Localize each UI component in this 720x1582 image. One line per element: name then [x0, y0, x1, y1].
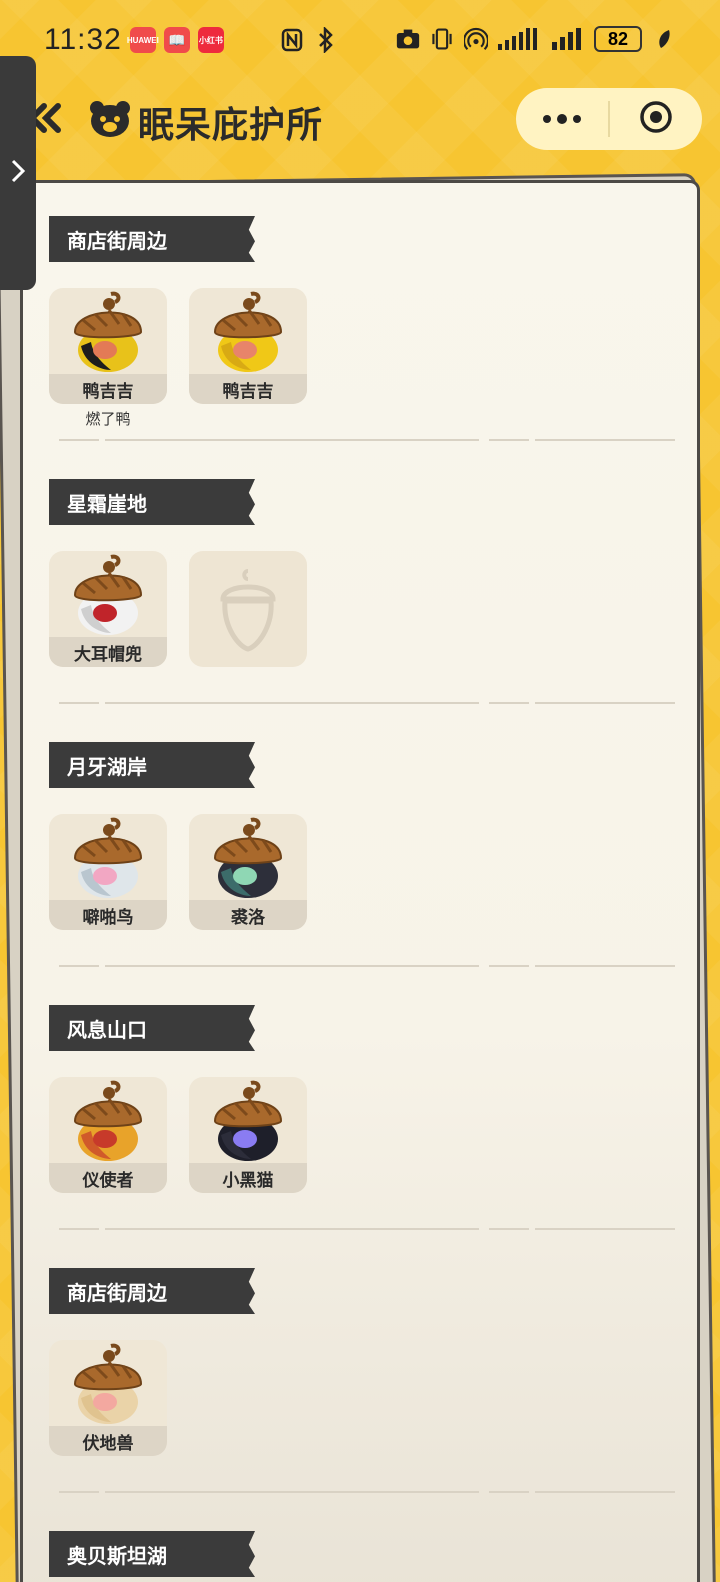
creature-slot[interactable]: 大耳帽兜: [49, 551, 167, 667]
side-drawer-toggle[interactable]: [0, 56, 36, 290]
section-divider: [59, 439, 675, 441]
creature-slot[interactable]: 裘洛: [189, 814, 307, 930]
bluetooth-icon: [314, 27, 338, 53]
creature-name: 鸭吉吉: [49, 374, 167, 404]
section-divider: [59, 1491, 675, 1493]
creature-name: 鸭吉吉: [189, 374, 307, 404]
acorn-creature-icon: [73, 1343, 143, 1424]
creature-name: 噼啪鸟: [49, 900, 167, 930]
creature-name: 大耳帽兜: [49, 637, 167, 667]
battery-indicator: 82: [594, 26, 642, 52]
signal-icon-2: [552, 27, 584, 51]
creature-slot[interactable]: 伏地兽: [49, 1340, 167, 1456]
creature-name: 小黑猫: [189, 1163, 307, 1193]
leaf-icon: [652, 27, 676, 51]
empty-slot[interactable]: [189, 551, 307, 667]
section-title: 商店街周边: [49, 216, 255, 262]
acorn-creature-icon: [73, 291, 143, 372]
creature-name: 仪使者: [49, 1163, 167, 1193]
section-divider: [59, 965, 675, 967]
signal-icon: [498, 27, 542, 51]
camera-icon: [396, 27, 420, 51]
creature-slot[interactable]: 噼啪鸟: [49, 814, 167, 930]
section-divider: [59, 702, 675, 704]
more-button[interactable]: [516, 88, 608, 150]
bear-head-icon: [88, 98, 132, 138]
mini-program-capsule: [516, 88, 702, 150]
close-button[interactable]: [610, 88, 702, 150]
chevron-right-icon: [10, 158, 26, 189]
section-title: 风息山口: [49, 1005, 255, 1051]
acorn-creature-icon: [213, 817, 283, 898]
more-dots-icon: [543, 114, 581, 124]
creature-slot[interactable]: 鸭吉吉: [49, 288, 167, 404]
section-title: 奥贝斯坦湖: [49, 1531, 255, 1577]
creature-slot[interactable]: 鸭吉吉: [189, 288, 307, 404]
acorn-creature-icon: [213, 1080, 283, 1161]
section-divider: [59, 1228, 675, 1230]
huawei-app-icon: HUAWEI: [127, 27, 159, 53]
creature-slot[interactable]: 仪使者: [49, 1077, 167, 1193]
status-center: [280, 27, 338, 53]
vibrate-icon: [430, 27, 454, 51]
acorn-creature-icon: [73, 817, 143, 898]
status-right: 82: [396, 26, 676, 52]
creature-name: 伏地兽: [49, 1426, 167, 1456]
nfc-icon: [280, 28, 304, 52]
acorn-creature-icon: [73, 554, 143, 635]
target-circle-icon: [639, 100, 673, 139]
creature-note: 燃了鸭: [85, 411, 131, 428]
status-time: 11:32: [44, 23, 122, 56]
acorn-creature-icon: [73, 1080, 143, 1161]
acorn-creature-icon: [213, 291, 283, 372]
section-title: 星霜崖地: [49, 479, 255, 525]
section-title: 月牙湖岸: [49, 742, 255, 788]
creature-name: 裘洛: [189, 900, 307, 930]
app-header: 眠呆庇护所: [0, 86, 720, 152]
acorn-outline-icon: [220, 569, 276, 652]
hotspot-icon: [464, 27, 488, 51]
app-title: 眠呆庇护所: [138, 104, 324, 145]
creature-slot[interactable]: 小黑猫: [189, 1077, 307, 1193]
section-title: 商店街周边: [49, 1268, 255, 1314]
collection-card: 商店街周边 鸭吉吉 燃了鸭 鸭吉吉 星霜崖地 大耳帽兜 月牙湖岸 噼啪鸟 裘洛 风息山口 仪使者 小黑…: [20, 180, 700, 1582]
book-app-icon: 📖: [163, 27, 190, 53]
xiaohongshu-app-icon: 小红书: [197, 27, 224, 53]
